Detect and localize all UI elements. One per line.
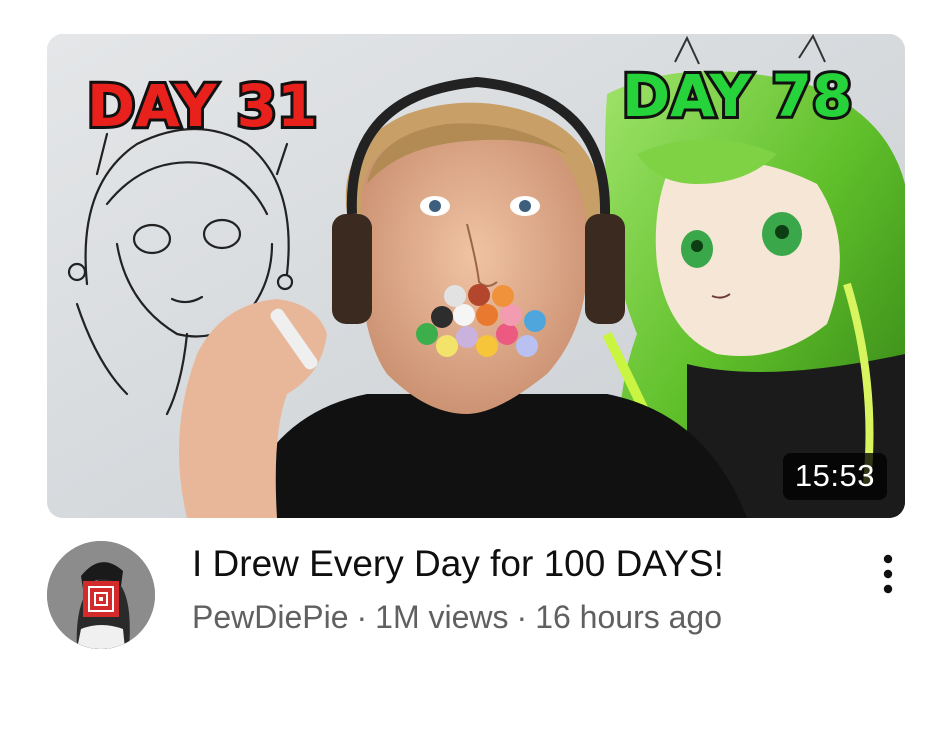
meta-separator: · [516, 599, 528, 635]
more-vertical-icon [883, 554, 893, 594]
avatar-image [47, 541, 155, 649]
day-31-label: DAY 31 [84, 69, 320, 143]
video-card[interactable]: DAY 31 DAY 78 15:53 I Drew Every Day for… [0, 0, 944, 732]
duration-badge: 15:53 [782, 453, 887, 500]
video-thumbnail[interactable]: DAY 31 DAY 78 15:53 [47, 34, 905, 518]
meta-separator: · [356, 599, 368, 635]
more-options-button[interactable] [868, 546, 908, 602]
view-count: 1M views [375, 599, 509, 635]
video-metadata: PewDiePie · 1M views · 16 hours ago [192, 595, 722, 639]
channel-avatar[interactable] [47, 541, 155, 649]
day-31-text: DAY 31 [87, 72, 317, 140]
thumbnail-image: DAY 31 DAY 78 [47, 34, 905, 518]
upload-time: 16 hours ago [535, 599, 722, 635]
video-title[interactable]: I Drew Every Day for 100 DAYS! [192, 540, 724, 588]
day-78-label: DAY 78 [619, 59, 855, 133]
day-78-text: DAY 78 [622, 62, 852, 130]
channel-name[interactable]: PewDiePie [192, 599, 349, 635]
